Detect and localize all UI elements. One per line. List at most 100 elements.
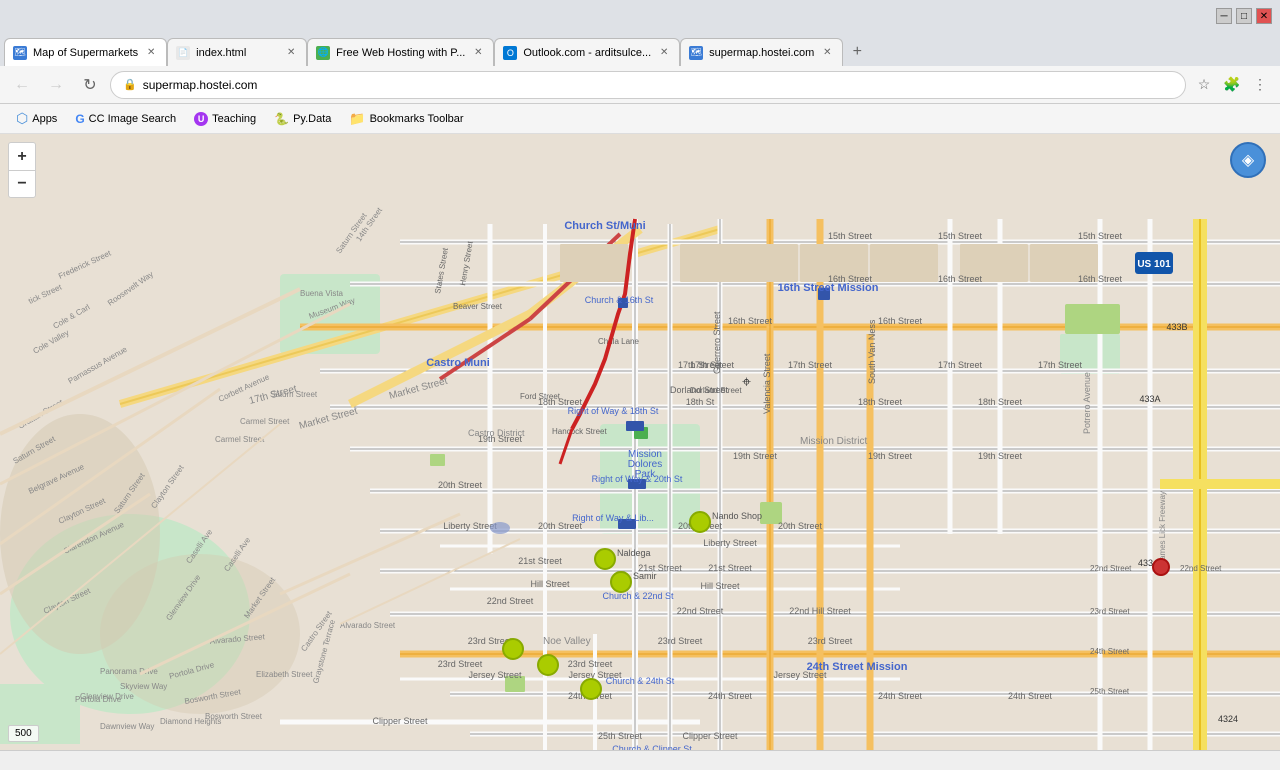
svg-text:15th Street: 15th Street bbox=[1078, 231, 1123, 241]
bookmark-py-data[interactable]: 🐍 Py.Data bbox=[266, 110, 339, 128]
svg-text:24th Street: 24th Street bbox=[708, 691, 753, 701]
svg-text:Liberty Street: Liberty Street bbox=[443, 521, 497, 531]
close-button[interactable]: ✕ bbox=[1256, 8, 1272, 24]
svg-text:Alvarado Street: Alvarado Street bbox=[340, 621, 396, 630]
scale-label: 500 bbox=[15, 728, 32, 739]
zoom-in-button[interactable]: + bbox=[8, 142, 36, 170]
svg-text:Potrero Avenue: Potrero Avenue bbox=[1082, 372, 1092, 434]
svg-text:24th Street: 24th Street bbox=[1008, 691, 1053, 701]
tab-favicon-1: 🗺 bbox=[13, 46, 27, 60]
svg-text:Castro District: Castro District bbox=[468, 428, 525, 438]
svg-text:Samir: Samir bbox=[633, 571, 657, 581]
svg-text:23rd Street: 23rd Street bbox=[438, 659, 483, 669]
svg-text:Church & Clipper St: Church & Clipper St bbox=[612, 744, 692, 750]
svg-text:15th Street: 15th Street bbox=[828, 231, 873, 241]
svg-text:25th Street: 25th Street bbox=[1090, 687, 1130, 696]
apps-icon: ⬡ bbox=[16, 110, 28, 127]
minimize-button[interactable]: ─ bbox=[1216, 8, 1232, 24]
bookmark-teaching[interactable]: U Teaching bbox=[186, 110, 264, 128]
udemy-icon: U bbox=[194, 112, 208, 126]
svg-text:23rd Street: 23rd Street bbox=[568, 659, 613, 669]
bookmark-apps-label: Apps bbox=[32, 113, 57, 125]
tab-favicon-3: 🌐 bbox=[316, 46, 330, 60]
scale-bar: 500 bbox=[8, 725, 39, 742]
tab-outlook[interactable]: O Outlook.com - arditsulce... ✕ bbox=[494, 38, 680, 66]
zoom-out-button[interactable]: − bbox=[8, 170, 36, 198]
svg-text:Carmel Street: Carmel Street bbox=[240, 417, 290, 426]
bookmark-apps[interactable]: ⬡ Apps bbox=[8, 108, 65, 129]
bookmark-bookmarks-toolbar[interactable]: 📁 Bookmarks Toolbar bbox=[341, 109, 471, 129]
title-bar: ─ □ ✕ bbox=[0, 0, 1280, 32]
svg-text:South Van Ness: South Van Ness bbox=[867, 319, 877, 384]
tab-favicon-5: 🗺 bbox=[689, 46, 703, 60]
map-container[interactable]: + − ◈ 500 bbox=[0, 134, 1280, 750]
map-compass[interactable]: ◈ bbox=[1230, 142, 1266, 178]
folder-icon: 📁 bbox=[349, 111, 365, 127]
svg-text:Hill Street: Hill Street bbox=[700, 581, 740, 591]
svg-text:18th Street: 18th Street bbox=[978, 397, 1023, 407]
forward-button[interactable]: → bbox=[42, 71, 70, 99]
svg-text:Right of Way & 18th St: Right of Way & 18th St bbox=[568, 406, 659, 416]
svg-text:16th Street: 16th Street bbox=[1078, 274, 1123, 284]
svg-text:Right of Way & 20th St: Right of Way & 20th St bbox=[592, 474, 683, 484]
svg-text:21st Street: 21st Street bbox=[708, 563, 752, 573]
bookmark-star-button[interactable]: ☆ bbox=[1192, 73, 1216, 97]
tab-supermap[interactable]: 🗺 supermap.hostei.com ✕ bbox=[680, 38, 843, 66]
svg-text:4324: 4324 bbox=[1218, 714, 1238, 724]
svg-text:Church & 22nd St: Church & 22nd St bbox=[602, 591, 674, 601]
tab-title-1: Map of Supermarkets bbox=[33, 47, 138, 59]
svg-text:Dawnview Way: Dawnview Way bbox=[100, 722, 154, 731]
bookmark-teaching-label: Teaching bbox=[212, 113, 256, 125]
compass-button[interactable]: ◈ bbox=[1230, 142, 1266, 178]
back-button[interactable]: ← bbox=[8, 71, 36, 99]
tab-index-html[interactable]: 📄 index.html ✕ bbox=[167, 38, 307, 66]
svg-text:22nd Street: 22nd Street bbox=[1090, 564, 1132, 573]
tab-close-1[interactable]: ✕ bbox=[144, 46, 158, 60]
svg-text:15th Street: 15th Street bbox=[938, 231, 983, 241]
svg-text:Noe Valley: Noe Valley bbox=[543, 636, 591, 647]
tab-close-5[interactable]: ✕ bbox=[820, 46, 834, 60]
map-zoom-controls: + − bbox=[8, 142, 36, 198]
svg-text:433A: 433A bbox=[1139, 394, 1160, 404]
svg-text:17th Street: 17th Street bbox=[788, 360, 833, 370]
extensions-button[interactable]: 🧩 bbox=[1220, 73, 1244, 97]
tab-favicon-4: O bbox=[503, 46, 517, 60]
svg-text:Portola Drive: Portola Drive bbox=[75, 695, 122, 704]
svg-text:24th Street: 24th Street bbox=[878, 691, 923, 701]
tab-close-4[interactable]: ✕ bbox=[657, 46, 671, 60]
svg-text:Castro Muni: Castro Muni bbox=[426, 357, 490, 369]
bookmark-cc-image-search[interactable]: G CC Image Search bbox=[67, 110, 184, 128]
reload-button[interactable]: ↻ bbox=[76, 71, 104, 99]
tab-map-supermarkets[interactable]: 🗺 Map of Supermarkets ✕ bbox=[4, 38, 167, 66]
svg-text:17th Street: 17th Street bbox=[1038, 360, 1083, 370]
svg-text:23rd Street: 23rd Street bbox=[808, 636, 853, 646]
svg-text:16th Street: 16th Street bbox=[938, 274, 983, 284]
menu-button[interactable]: ⋮ bbox=[1248, 73, 1272, 97]
svg-text:16th Street: 16th Street bbox=[728, 316, 773, 326]
tab-title-3: Free Web Hosting with P... bbox=[336, 47, 465, 59]
address-lock-icon: 🔒 bbox=[123, 78, 137, 91]
tab-close-2[interactable]: ✕ bbox=[284, 46, 298, 60]
svg-text:Jersey Street: Jersey Street bbox=[468, 670, 522, 680]
address-input[interactable] bbox=[143, 78, 1173, 92]
google-icon: G bbox=[75, 112, 84, 126]
tab-favicon-2: 📄 bbox=[176, 46, 190, 60]
new-tab-button[interactable]: + bbox=[843, 38, 871, 66]
tab-free-hosting[interactable]: 🌐 Free Web Hosting with P... ✕ bbox=[307, 38, 494, 66]
svg-text:Beaver Street: Beaver Street bbox=[453, 302, 503, 311]
svg-text:24th Street: 24th Street bbox=[1090, 647, 1130, 656]
svg-text:Elizabeth Street: Elizabeth Street bbox=[256, 670, 313, 679]
svg-text:Hill Street: Hill Street bbox=[530, 579, 570, 589]
svg-text:21st Street: 21st Street bbox=[518, 556, 562, 566]
svg-text:20th Street: 20th Street bbox=[778, 521, 823, 531]
maximize-button[interactable]: □ bbox=[1236, 8, 1252, 24]
python-icon: 🐍 bbox=[274, 112, 289, 126]
tab-close-3[interactable]: ✕ bbox=[471, 46, 485, 60]
svg-text:19th Street: 19th Street bbox=[868, 451, 913, 461]
svg-text:Right of Way & Lib...: Right of Way & Lib... bbox=[572, 513, 654, 523]
tab-title-4: Outlook.com - arditsulce... bbox=[523, 47, 651, 59]
tab-title-2: index.html bbox=[196, 47, 278, 59]
svg-text:433B: 433B bbox=[1166, 322, 1187, 332]
svg-text:Skyview Way: Skyview Way bbox=[120, 682, 167, 691]
address-bar[interactable]: 🔒 bbox=[110, 71, 1186, 99]
